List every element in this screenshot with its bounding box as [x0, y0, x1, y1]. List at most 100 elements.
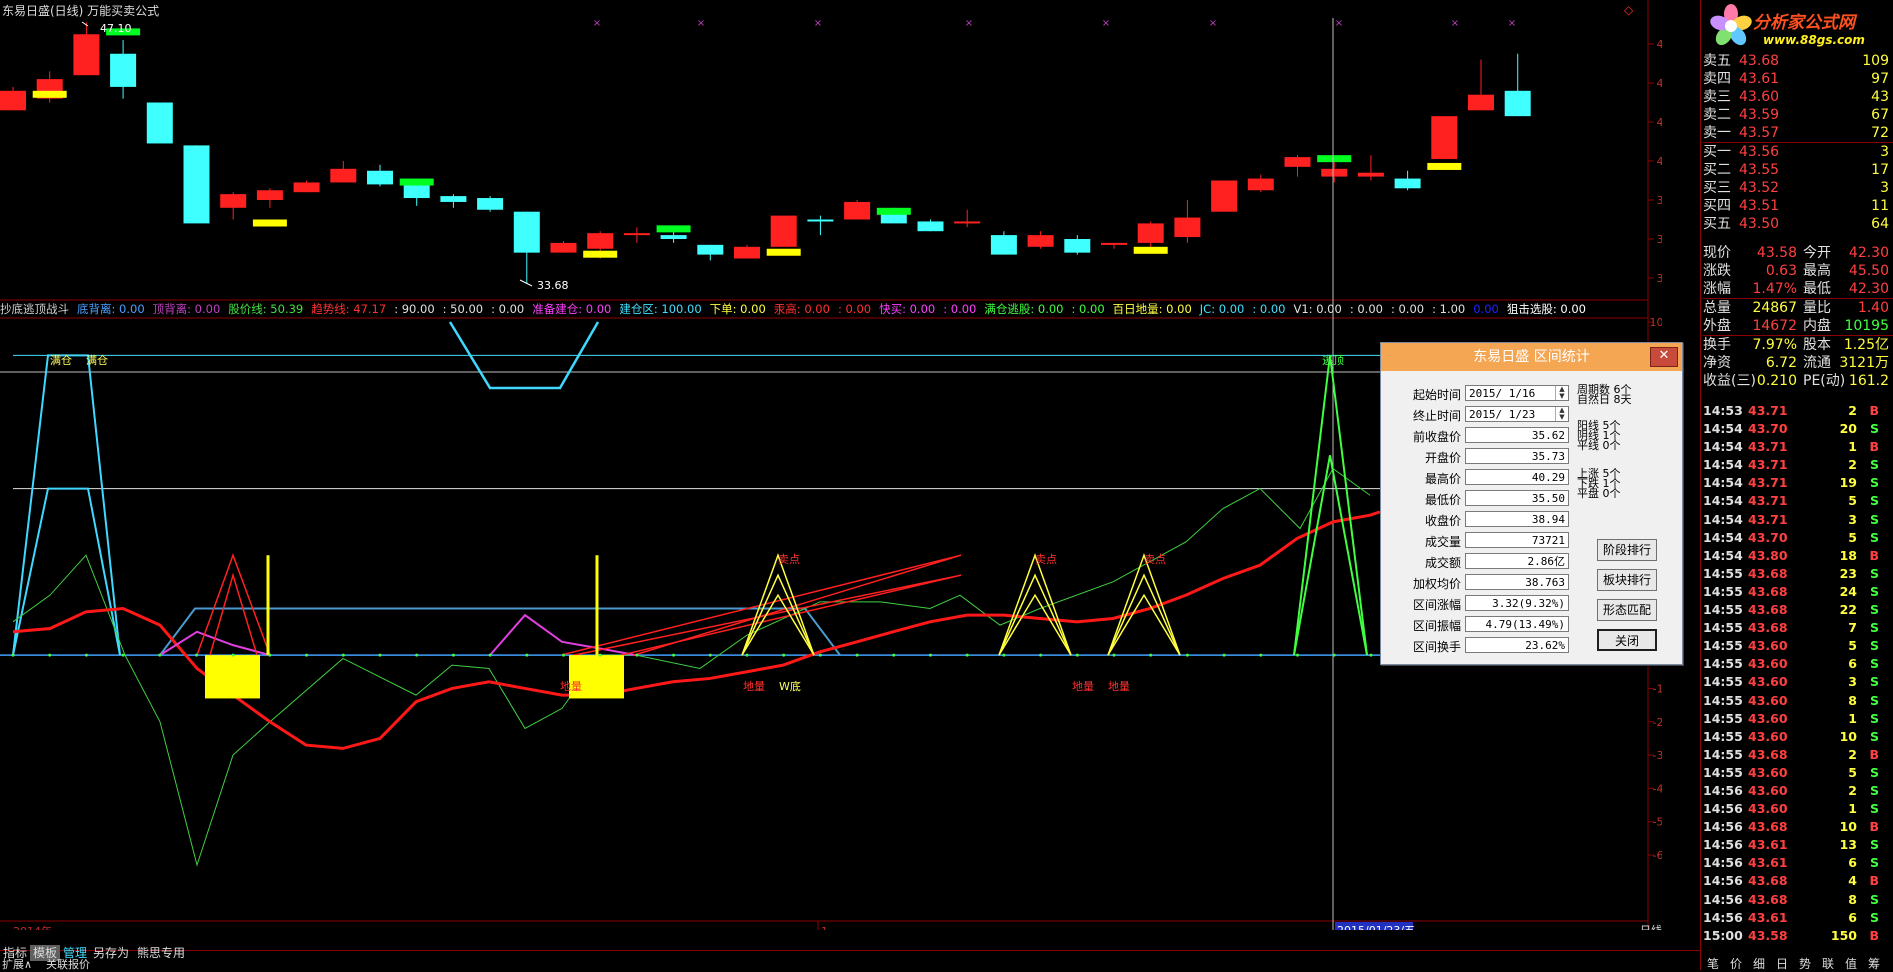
zero-dot: [415, 653, 419, 657]
tick-volume: 2: [1848, 403, 1857, 418]
tick-side: S: [1869, 475, 1879, 491]
date-input[interactable]: 2015/ 1/23: [1465, 406, 1569, 422]
dialog-button-0[interactable]: 阶段排行: [1597, 539, 1657, 561]
candle-body: [1247, 178, 1274, 191]
tick-price: 43.80: [1748, 547, 1788, 563]
tick-side: B: [1869, 403, 1879, 418]
label-ground2: 地量: [743, 680, 765, 693]
indicator-value: : 0.00: [837, 302, 872, 316]
spinner-icon[interactable]: ▲ ▼: [1555, 386, 1568, 400]
right-tab[interactable]: 细: [1753, 955, 1765, 972]
right-tab[interactable]: 值: [1845, 955, 1857, 972]
stat-label: 涨跌: [1703, 263, 1731, 279]
ind-axis-label: -30.00: [1653, 749, 1662, 762]
candle-body: [110, 53, 137, 87]
candle-body: [513, 211, 540, 253]
order-volume: 97: [1871, 71, 1889, 87]
zero-dot: [451, 653, 455, 657]
dialog-button-1[interactable]: 板块排行: [1597, 569, 1657, 591]
dialog-close-button[interactable]: ✕: [1650, 347, 1678, 367]
tick-price: 43.70: [1748, 529, 1788, 545]
zero-dot: [378, 653, 382, 657]
dialog-title[interactable]: 东易日盛 区间统计: [1381, 343, 1682, 371]
order-book-row: 买五 43.50 64: [1703, 215, 1893, 233]
status-bar: 扩展∧ 关联报价: [0, 958, 1700, 971]
tick-row: 14:56 43.61 13 S: [1703, 836, 1893, 854]
zero-dot: [562, 653, 565, 657]
right-tab[interactable]: 价: [1730, 955, 1742, 972]
tick-volume: 23: [1839, 565, 1857, 581]
signal-marker: [583, 250, 618, 258]
signal-marker: [1133, 246, 1168, 254]
right-tab[interactable]: 联: [1822, 955, 1834, 972]
field-label: 前收盘价: [1412, 430, 1461, 444]
tick-time: 14:53: [1703, 403, 1743, 418]
indicator-values-row: 抄底逃顶战斗 底背离: 0.00 顶背离: 0.00 股价线: 50.39 趋势线: 4…: [0, 301, 1690, 317]
price-axis-label: 46.00: [1657, 38, 1663, 51]
red-triangle: [560, 554, 962, 656]
indicator-value: : 0.00: [1252, 302, 1286, 316]
order-volume: 109: [1862, 53, 1889, 69]
right-tab[interactable]: 日: [1776, 955, 1788, 972]
dialog-button-2[interactable]: 形态匹配: [1597, 599, 1657, 621]
signal-marker: [656, 225, 691, 233]
order-book-row: 卖五 43.68 109: [1703, 52, 1893, 70]
indicator-value: : 50.00: [442, 302, 484, 316]
right-tab[interactable]: 势: [1799, 955, 1811, 972]
tick-row: 14:55 43.68 22 S: [1703, 601, 1893, 619]
spinner-icon[interactable]: ▲ ▼: [1555, 407, 1568, 421]
tick-price: 43.71: [1748, 493, 1788, 509]
candle-body: [1431, 116, 1458, 160]
tick-time: 14:55: [1703, 692, 1743, 708]
zero-dot: [708, 653, 712, 657]
tick-side: S: [1869, 891, 1879, 907]
right-tab[interactable]: 笔: [1707, 955, 1719, 972]
stat-label: 最高: [1803, 263, 1831, 279]
ind-axis-label: -50.00: [1653, 816, 1662, 829]
tick-time: 14:54: [1703, 493, 1743, 509]
order-volume: 43: [1871, 89, 1889, 105]
zero-dot: [635, 653, 639, 657]
tick-time: 14:55: [1703, 620, 1743, 636]
stat-label: 外盘: [1703, 318, 1731, 334]
date-input[interactable]: 2015/ 1/16: [1465, 385, 1569, 401]
signal-marker: [252, 219, 287, 227]
tick-row: 14:56 43.61 6 S: [1703, 854, 1893, 872]
stat-value: 42.30: [1848, 245, 1889, 261]
field-value: 73721: [1465, 532, 1569, 548]
stat-label: 今开: [1803, 245, 1831, 261]
order-book-row: 买三 43.52 3: [1703, 179, 1893, 197]
field-value: 40.29: [1465, 469, 1569, 485]
zero-dot: [598, 653, 602, 657]
label-sell3: 卖点: [1144, 553, 1166, 566]
zero-dot: [121, 653, 125, 657]
signal-marker: [766, 248, 801, 256]
dialog-button-3[interactable]: 关闭: [1597, 629, 1657, 651]
field-label: 成交量: [1424, 535, 1461, 549]
tick-row: 14:54 43.70 5 S: [1703, 529, 1893, 547]
x-marker: ×: [965, 18, 973, 29]
indicator-value: 趋势线: 47.17: [311, 302, 387, 316]
tick-volume: 3: [1848, 674, 1857, 690]
order-level: 卖五: [1703, 53, 1731, 69]
indicator-value: 0.00: [1473, 302, 1499, 316]
zero-dot: [525, 653, 529, 657]
right-tab[interactable]: 筹: [1868, 955, 1880, 972]
tick-price: 43.60: [1748, 638, 1788, 654]
indicator-value: : 0.00: [1390, 302, 1425, 316]
zero-dot: [1112, 653, 1116, 657]
tick-side: B: [1869, 927, 1879, 943]
tick-price: 43.71: [1748, 403, 1788, 418]
dialog-summary-text: 平盘 0个: [1577, 487, 1621, 500]
indicator-value: 建仓区: 100.00: [619, 302, 702, 316]
tick-time: 14:55: [1703, 674, 1743, 690]
indicator-value: 满仓逃股: 0.00: [984, 302, 1064, 316]
dialog-summary-text: 自然日 8天: [1577, 393, 1632, 406]
order-book-row: 买四 43.51 11: [1703, 197, 1893, 215]
signal-marker: [399, 178, 434, 186]
stat-value: 1.25亿: [1843, 337, 1889, 353]
zero-dot: [965, 653, 969, 657]
tick-list: 14:53 43.71 2 B 14:54 43.70 20 S 14:54 43.71 1 B 14:…: [1703, 402, 1893, 945]
zero-dot: [855, 653, 859, 657]
zero-dot: [48, 653, 52, 657]
